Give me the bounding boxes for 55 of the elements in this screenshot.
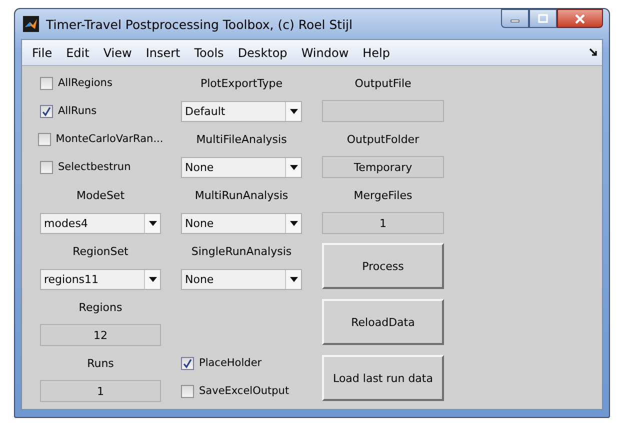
menu-item[interactable]: View bbox=[97, 46, 140, 60]
input-field[interactable]: 12 bbox=[40, 324, 161, 346]
dropdown[interactable]: regions11 bbox=[40, 268, 161, 290]
maximize-icon bbox=[538, 14, 548, 23]
menu-item[interactable]: Insert bbox=[140, 46, 188, 60]
input-field[interactable]: 1 bbox=[322, 212, 444, 234]
close-button[interactable] bbox=[557, 9, 603, 28]
checkbox[interactable]: MonteCarloVarRan... bbox=[38, 132, 164, 146]
close-icon bbox=[574, 14, 586, 24]
dropdown[interactable]: Default bbox=[181, 100, 302, 122]
dropdown[interactable]: None bbox=[181, 156, 302, 178]
dropdown[interactable]: None bbox=[181, 212, 302, 234]
input-field[interactable] bbox=[322, 100, 444, 122]
push-button[interactable]: Process bbox=[322, 243, 444, 289]
caret-icon bbox=[290, 276, 298, 282]
checkbox[interactable]: AllRuns bbox=[40, 104, 97, 118]
check-mark-icon bbox=[41, 106, 52, 116]
menu-item[interactable]: Window bbox=[295, 46, 357, 60]
check-mark-icon bbox=[182, 358, 193, 368]
caret-icon bbox=[290, 220, 298, 226]
field-label: RegionSet bbox=[72, 244, 128, 258]
window-title: Timer-Travel Postprocessing Toolbox, (c) Roel Stijl bbox=[46, 16, 353, 32]
caret-icon bbox=[290, 164, 298, 170]
checkbox[interactable]: SaveExcelOutput bbox=[181, 384, 290, 398]
checkbox[interactable]: Selectbestrun bbox=[40, 160, 131, 174]
menu-item[interactable]: Tools bbox=[188, 46, 232, 60]
caret-icon bbox=[290, 108, 298, 114]
input-field[interactable]: Temporary bbox=[322, 156, 444, 178]
menu-item[interactable]: Help bbox=[356, 46, 398, 60]
menu-item[interactable]: File bbox=[26, 46, 60, 60]
field-label: ModeSet bbox=[76, 188, 125, 202]
field-label: OutputFile bbox=[354, 76, 412, 90]
field-label: MultiFileAnalysis bbox=[196, 132, 287, 146]
push-button[interactable]: Load last run data bbox=[322, 355, 444, 401]
push-button[interactable]: ReloadData bbox=[322, 299, 444, 345]
field-label: OutputFolder bbox=[346, 132, 420, 146]
field-label: PlotExportType bbox=[200, 76, 282, 90]
app-logo-icon bbox=[23, 16, 39, 32]
checkbox[interactable]: AllRegions bbox=[40, 76, 112, 90]
caret-icon bbox=[148, 276, 156, 282]
caret-icon bbox=[148, 220, 156, 226]
menu-item[interactable]: Edit bbox=[60, 46, 98, 60]
maximize-button[interactable] bbox=[529, 9, 557, 28]
dropdown[interactable]: None bbox=[181, 268, 302, 290]
minimize-button[interactable] bbox=[501, 9, 529, 28]
menu-item[interactable]: Desktop bbox=[232, 46, 296, 60]
field-label: Regions bbox=[78, 300, 122, 314]
field-label: MultiRunAnalysis bbox=[194, 188, 288, 202]
dropdown[interactable]: modes4 bbox=[40, 212, 161, 234]
field-label: Runs bbox=[87, 356, 114, 370]
field-label: MergeFiles bbox=[354, 188, 412, 202]
checkbox[interactable]: PlaceHolder bbox=[181, 356, 262, 370]
input-field[interactable]: 1 bbox=[40, 380, 161, 402]
dock-arrow-icon[interactable] bbox=[589, 48, 598, 57]
field-label: SingleRunAnalysis bbox=[191, 244, 292, 258]
